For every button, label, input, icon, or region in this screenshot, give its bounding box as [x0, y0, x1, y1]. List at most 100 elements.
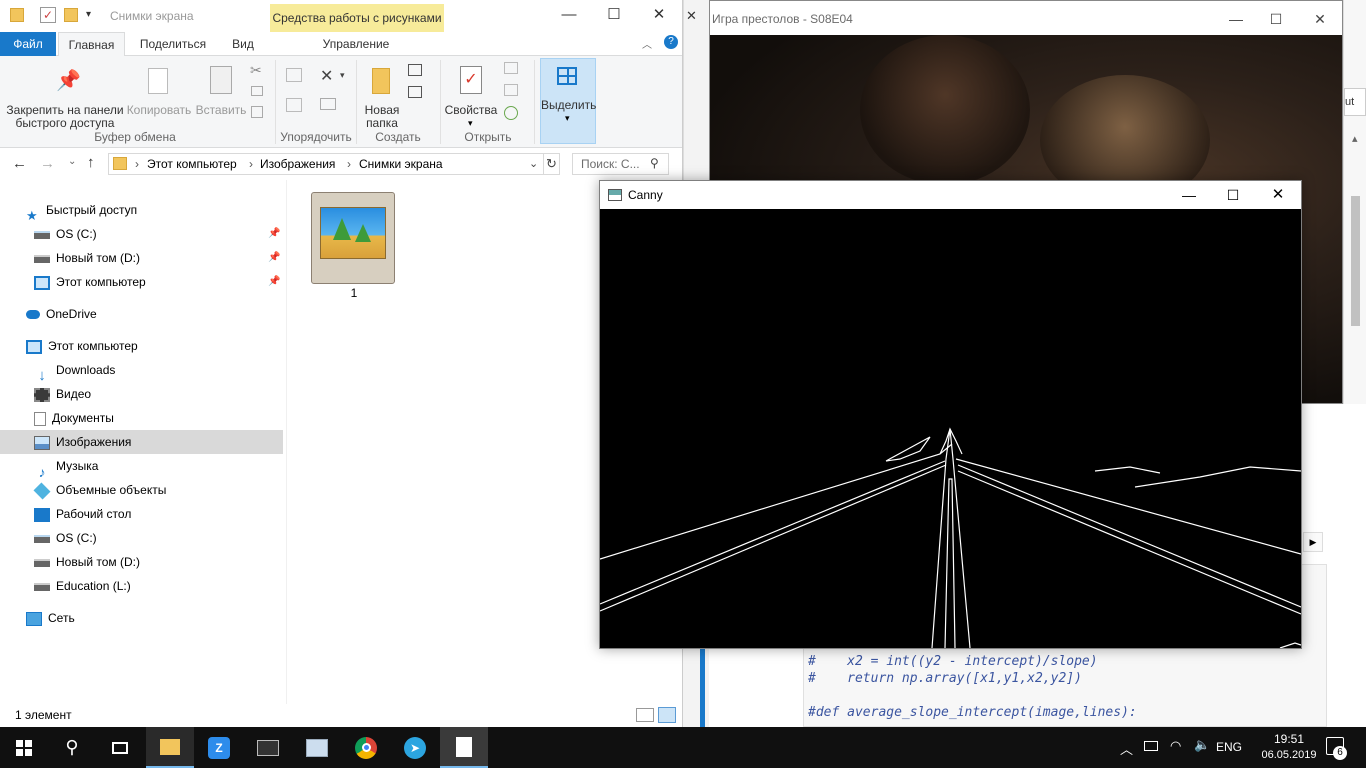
nav-item-this-pc[interactable]: Этот компьютер	[0, 334, 283, 358]
chrome-center	[361, 743, 371, 752]
scroll-up-icon[interactable]: ▴	[1352, 132, 1358, 145]
nav-item-documents[interactable]: Документы	[0, 406, 283, 430]
rename-icon[interactable]	[320, 98, 336, 110]
select-button[interactable]: Выделить ▾	[540, 58, 596, 144]
nav-item-onedrive[interactable]: OneDrive	[0, 302, 283, 326]
maximize-button[interactable]: ☐	[1210, 181, 1256, 209]
taskbar-explorer[interactable]	[146, 727, 194, 768]
tab-home[interactable]: Главная	[58, 32, 125, 57]
nav-item-music[interactable]: ♪ Музыка	[0, 454, 283, 480]
tab-view[interactable]: Вид	[222, 32, 264, 56]
copy-path-icon[interactable]	[251, 86, 263, 96]
close-icon[interactable]: ✕	[686, 8, 697, 24]
properties-quick-icon[interactable]: ✓	[40, 7, 56, 23]
monitor-icon	[306, 738, 328, 757]
pinned-icon[interactable]: 📌	[268, 246, 280, 270]
nav-item-3d-objects[interactable]: Объемные объекты	[0, 478, 283, 502]
clock-date[interactable]: 06.05.2019	[1256, 749, 1322, 761]
taskbar-network-app[interactable]	[293, 727, 341, 768]
copy-button[interactable]: Копировать	[126, 64, 192, 124]
language-indicator[interactable]: ENG	[1216, 740, 1242, 754]
tab-file[interactable]: Файл	[0, 32, 56, 56]
large-icons-view-icon[interactable]	[658, 707, 676, 723]
breadcrumb-separator[interactable]: ›	[347, 157, 351, 171]
nav-item-new-volume-d-2[interactable]: Новый том (D:)	[0, 550, 283, 574]
close-button[interactable]: ✕	[636, 0, 682, 30]
delete-dropdown-icon[interactable]: ▾	[340, 70, 345, 81]
side-button[interactable]: ut	[1344, 88, 1366, 116]
nav-item-os-c[interactable]: OS (C:) 📌	[0, 222, 283, 246]
move-to-icon[interactable]	[286, 68, 302, 82]
nav-item-this-pc-pinned[interactable]: Этот компьютер 📌	[0, 270, 283, 294]
maximize-button[interactable]: ☐	[1256, 1, 1296, 37]
breadcrumb-separator[interactable]: ›	[135, 157, 139, 171]
scroll-right-icon[interactable]: ▶	[1303, 532, 1323, 552]
tab-manage[interactable]: Управление	[300, 32, 412, 56]
nav-item-os-c-2[interactable]: OS (C:)	[0, 526, 283, 550]
new-item-icon[interactable]	[408, 64, 422, 76]
minimize-button[interactable]: —	[1216, 1, 1256, 37]
search-icon[interactable]: ⚲	[650, 156, 659, 170]
close-button[interactable]: ✕	[1255, 181, 1301, 209]
battery-icon[interactable]	[1144, 741, 1158, 751]
taskbar-app-blue[interactable]: Z	[195, 727, 243, 768]
easy-access-icon[interactable]	[408, 86, 422, 98]
start-button[interactable]	[0, 727, 48, 768]
breadcrumb-item[interactable]: Этот компьютер	[147, 157, 237, 171]
forward-icon[interactable]: →	[40, 155, 55, 172]
pinned-icon[interactable]: 📌	[268, 270, 280, 294]
refresh-icon[interactable]: ↻	[546, 156, 557, 172]
nav-item-desktop[interactable]: Рабочий стол	[0, 502, 283, 526]
address-box[interactable]: › Этот компьютер › Изображения › Снимки …	[108, 153, 560, 175]
task-view-button[interactable]	[96, 727, 144, 768]
up-icon[interactable]: ↑	[87, 154, 95, 171]
open-icon[interactable]	[504, 62, 518, 74]
copy-to-icon[interactable]	[286, 98, 302, 112]
pin-quick-access-button[interactable]: 📌 Закрепить на панели быстрого доступа	[6, 64, 124, 130]
nav-item-education-l[interactable]: Education (L:)	[0, 574, 283, 598]
minimize-button[interactable]: —	[1166, 181, 1212, 209]
back-icon[interactable]: ←	[12, 155, 27, 172]
nav-item-downloads[interactable]: ↓ Downloads	[0, 358, 283, 384]
pinned-icon[interactable]: 📌	[268, 222, 280, 246]
clock-time[interactable]: 19:51	[1266, 732, 1312, 746]
nav-item-pictures[interactable]: Изображения	[0, 430, 283, 454]
cut-icon[interactable]: ✂	[250, 62, 262, 79]
search-button[interactable]: ⚲	[48, 727, 96, 768]
show-hidden-icons[interactable]: ︿	[1120, 739, 1133, 758]
paste-button[interactable]: Вставить	[194, 64, 248, 124]
history-icon[interactable]	[504, 106, 518, 120]
breadcrumb-item[interactable]: Снимки экрана	[359, 157, 443, 171]
details-view-icon[interactable]	[636, 708, 654, 722]
breadcrumb-item[interactable]: Изображения	[260, 157, 335, 171]
maximize-button[interactable]: ☐	[591, 0, 637, 30]
edit-icon[interactable]	[504, 84, 518, 96]
close-button[interactable]: ✕	[1300, 1, 1340, 37]
navigation-pane: ★ Быстрый доступ OS (C:) 📌 Новый том (D:) 📌…	[0, 180, 286, 704]
address-dropdown-icon[interactable]: ⌄	[529, 157, 538, 170]
file-item[interactable]: 1	[306, 188, 402, 304]
collapse-ribbon-icon[interactable]: ︿	[642, 36, 652, 51]
nav-item-new-volume-d[interactable]: Новый том (D:) 📌	[0, 246, 283, 270]
qat-dropdown-icon[interactable]: ▾	[86, 9, 91, 20]
new-folder-quick-icon[interactable]	[64, 8, 78, 22]
taskbar-notepad[interactable]	[440, 727, 488, 768]
volume-icon[interactable]: 🔈	[1194, 737, 1210, 753]
recent-dropdown-icon[interactable]: ⌄	[68, 156, 76, 167]
new-folder-button[interactable]: Новая папка	[362, 64, 402, 130]
properties-button[interactable]: ✓ Свойства ▾	[444, 64, 498, 128]
taskbar-terminal[interactable]	[244, 727, 292, 768]
nav-item-network[interactable]: Сеть	[0, 606, 283, 630]
scrollbar-thumb[interactable]	[1351, 196, 1360, 326]
nav-item-video[interactable]: Видео	[0, 382, 283, 406]
nav-item-quick-access[interactable]: ★ Быстрый доступ	[0, 198, 283, 223]
wifi-icon[interactable]: ◠	[1170, 738, 1181, 754]
help-icon[interactable]: ?	[664, 35, 678, 49]
taskbar-telegram[interactable]: ➤	[391, 727, 439, 768]
minimize-button[interactable]: —	[546, 0, 592, 30]
delete-icon[interactable]: ✕	[320, 66, 333, 86]
tab-share[interactable]: Поделиться	[130, 32, 216, 56]
taskbar-chrome[interactable]	[342, 727, 390, 768]
paste-shortcut-icon[interactable]	[251, 106, 263, 118]
breadcrumb-separator[interactable]: ›	[249, 157, 253, 171]
